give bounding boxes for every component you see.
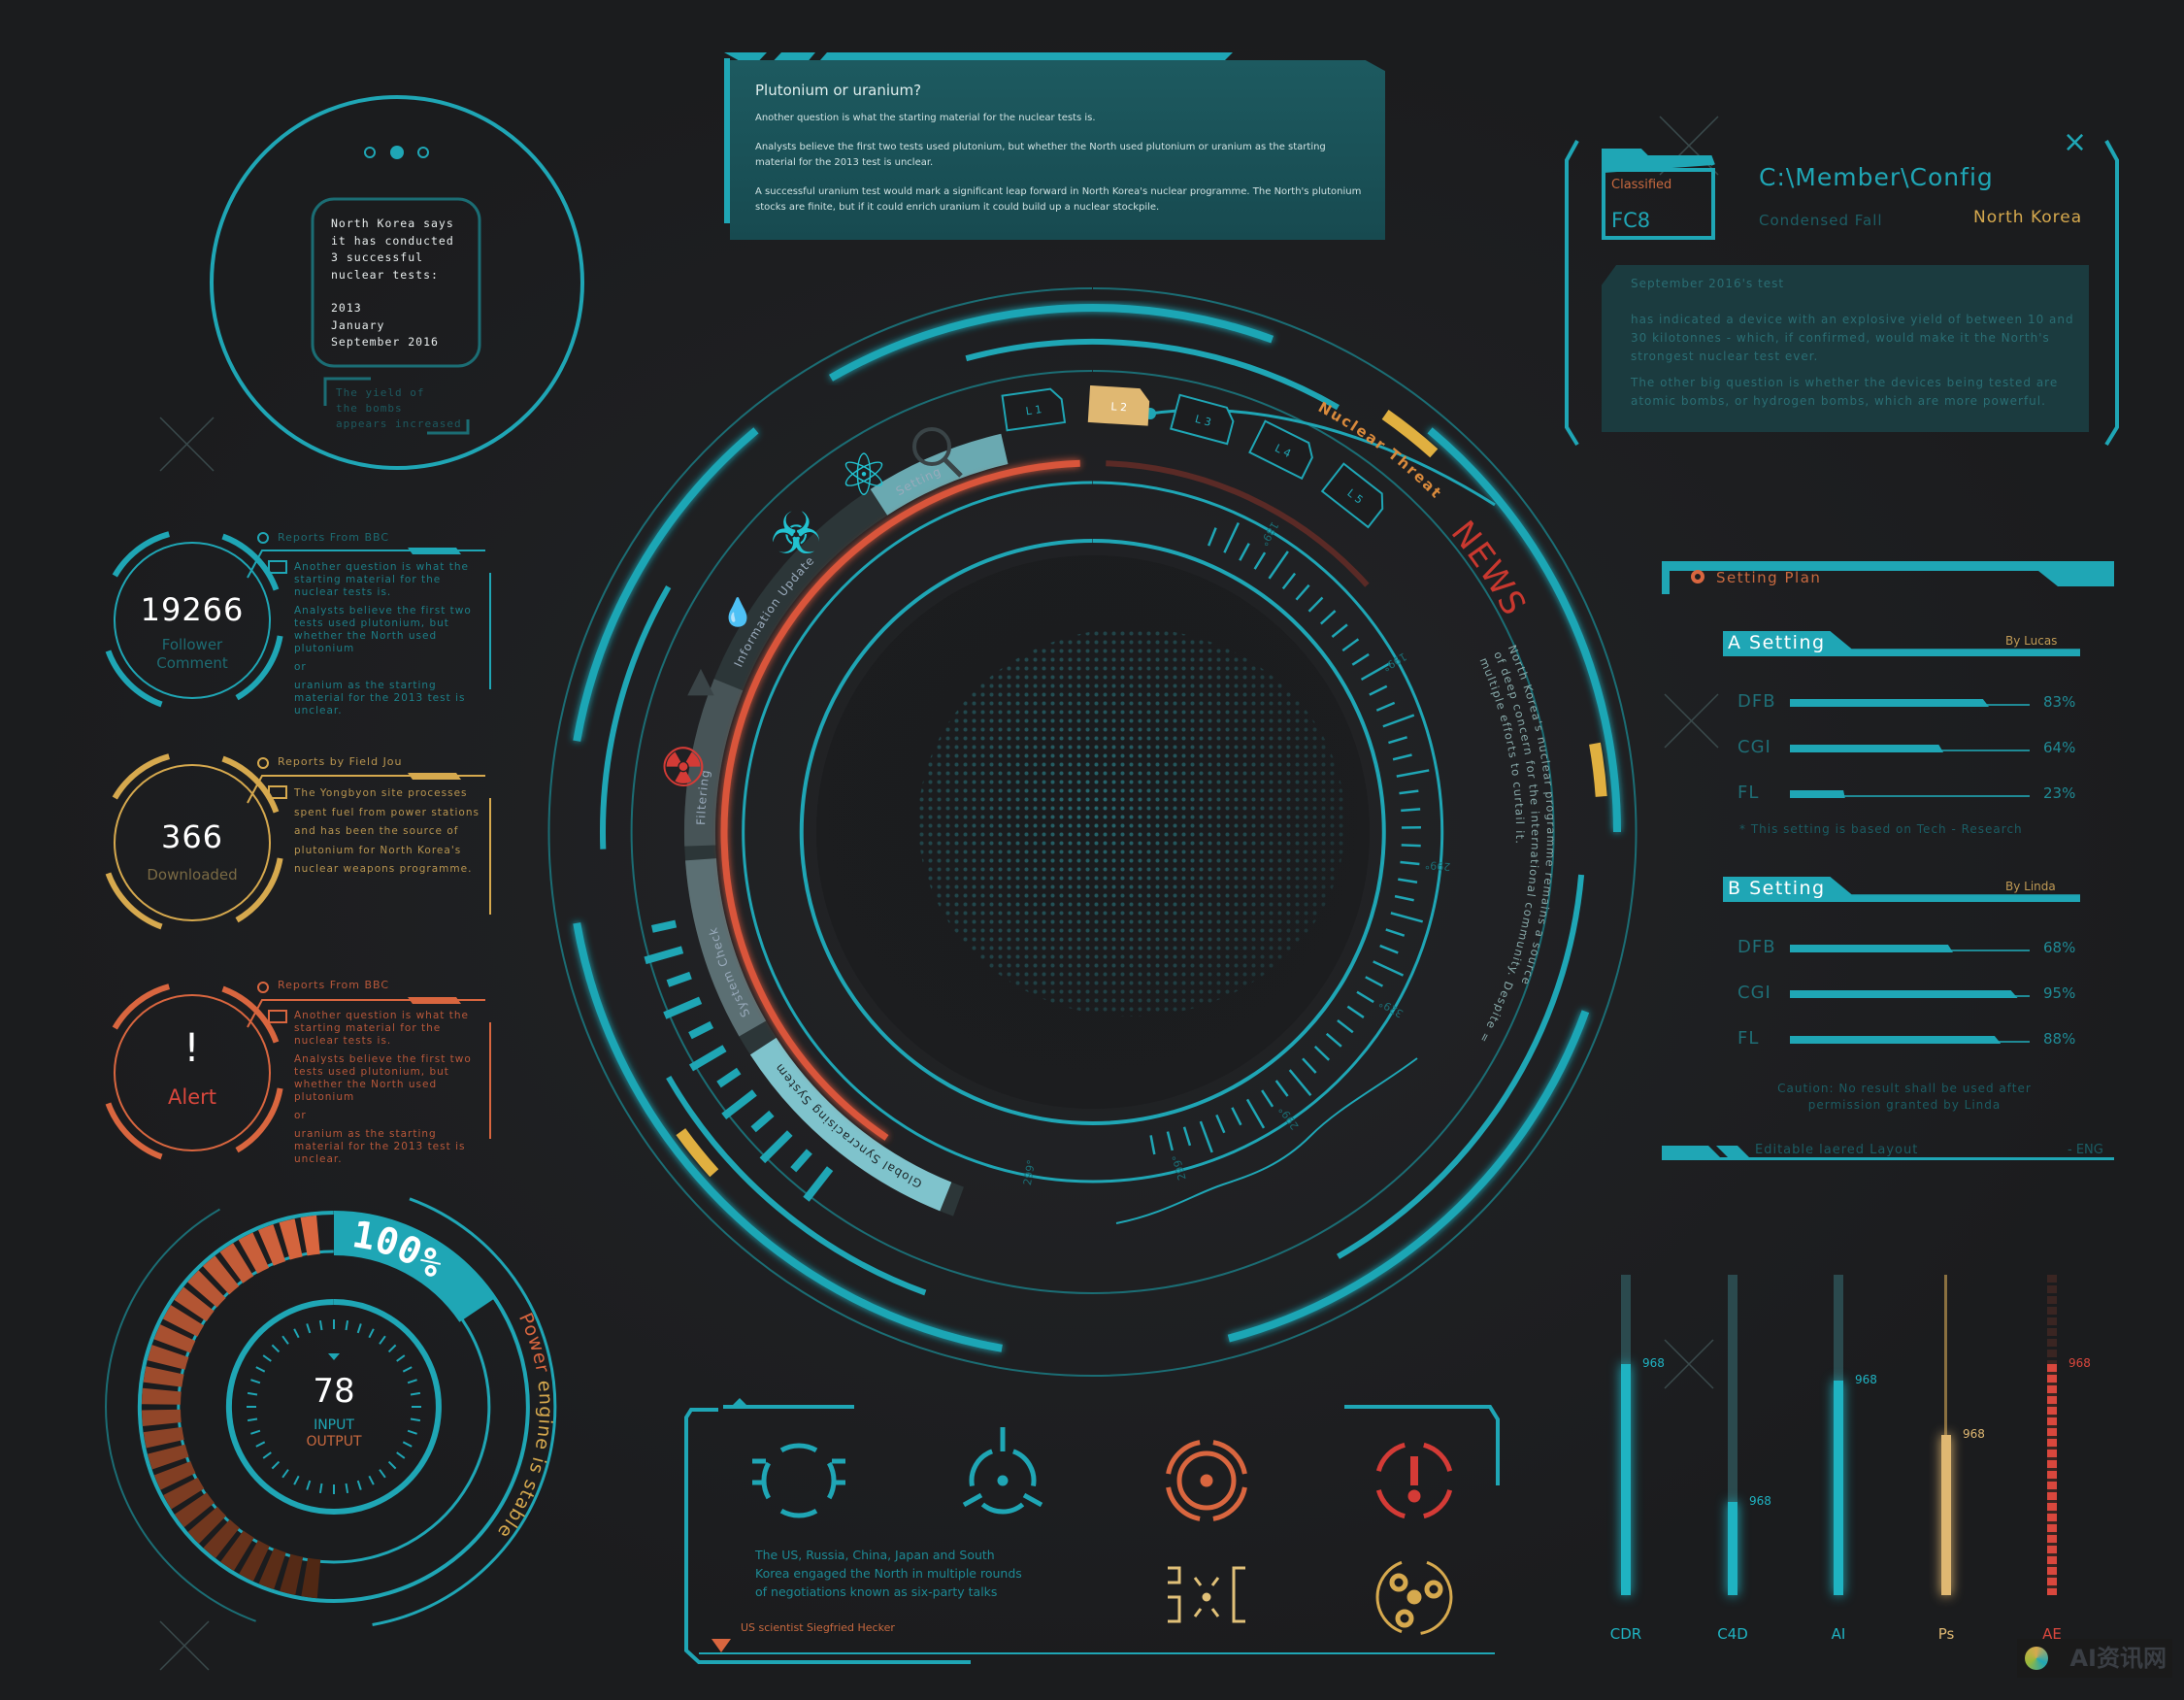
tick-label: 329° [1376, 996, 1405, 1020]
meter-fill [1941, 1435, 1951, 1595]
setting-group-author: By Lucas [2005, 634, 2058, 648]
news-label: NEWS [1443, 514, 1534, 622]
setting-plan-lang[interactable]: - ENG [2068, 1143, 2103, 1157]
setting-progress-bar [1790, 1036, 2030, 1044]
setting-row-percent: 83% [2043, 693, 2076, 711]
layer-tab[interactable]: L 2 [1087, 384, 1150, 426]
band-label[interactable]: System Check [706, 925, 752, 1019]
tick-label: 189° [1257, 519, 1281, 548]
setting-progress-bar [1790, 699, 2030, 707]
meter-fill [1834, 1381, 1843, 1595]
setting-row-percent: 95% [2043, 984, 2076, 1002]
layer-tab-label: L 1 [1025, 403, 1042, 417]
meter-bar[interactable] [1621, 1275, 1631, 1595]
setting-progress-fill [1790, 745, 1944, 752]
setting-progress-fill [1790, 1036, 2002, 1044]
layer-tab[interactable]: L 5 [1320, 462, 1389, 529]
setting-group-note: Caution: No result shall be used after p… [1777, 1082, 2032, 1112]
target-icon [1691, 570, 1704, 583]
meter-value: 968 [1642, 1356, 1665, 1370]
setting-plan-footer: Editable laered Layout [1755, 1143, 1919, 1157]
meter-value: 968 [1963, 1427, 1985, 1441]
band-label[interactable]: Filtering [694, 768, 712, 825]
gauge-percent: 100% [349, 1213, 451, 1286]
meter-bar[interactable] [1941, 1275, 1951, 1595]
icons-panel-line: The US, Russia, China, Japan and South [755, 1548, 995, 1562]
setting-progress-fill [1790, 699, 1989, 707]
setting-row-label: CGI [1737, 737, 1771, 757]
setting-row-label: DFB [1737, 937, 1776, 957]
setting-progress-fill [1790, 990, 2018, 998]
watermark-flower-icon [2025, 1647, 2048, 1670]
setting-row-label: CGI [1737, 983, 1771, 1003]
icons-panel-credit: US scientist Siegfried Hecker [741, 1621, 895, 1634]
setting-progress-bar [1790, 745, 2030, 752]
meter-label: C4D [1717, 1625, 1748, 1643]
setting-row-percent: 23% [2043, 784, 2076, 802]
layer-tab[interactable]: L 3 [1170, 393, 1236, 446]
tick-label: 299° [1170, 1153, 1188, 1182]
setting-plan-title: Setting Plan [1716, 569, 1822, 586]
news-ring-text: multiple efforts to curtail it. [1477, 655, 1527, 845]
setting-row-label: FL [1737, 1028, 1760, 1049]
setting-progress-bar [1790, 990, 2030, 998]
meter-bar[interactable] [1834, 1275, 1843, 1595]
layer-tab[interactable]: L 1 [1001, 387, 1067, 432]
meter-fill [1621, 1364, 1631, 1595]
globe-labels: Global Syncracising System System Check … [306, 384, 1557, 1543]
meter-bar[interactable] [2047, 1275, 2057, 1595]
meter-value: 968 [1855, 1373, 1877, 1386]
setting-row-percent: 64% [2043, 739, 2076, 756]
setting-row-label: DFB [1737, 691, 1776, 712]
icons-panel-line: of negotiations known as six-party talks [755, 1584, 998, 1599]
icons-panel-text: The US, Russia, China, Japan and South K… [755, 1546, 1022, 1601]
meter-bar[interactable] [1728, 1275, 1737, 1595]
setting-group-name: A Setting [1728, 632, 1826, 653]
setting-progress-bar [1790, 945, 2030, 952]
hud-dashboard: ☣ ⚛ ☢ ▲ 💧 North Korea says it has conducted … [0, 0, 2184, 1700]
setting-row-percent: 68% [2043, 939, 2076, 956]
meter-fill [2047, 1364, 2057, 1595]
setting-group-author: By Linda [2005, 880, 2056, 893]
gauge-value: 78 [313, 1372, 354, 1411]
setting-progress-fill [1790, 790, 1845, 798]
gauge-output-label: OUTPUT [306, 1434, 362, 1450]
setting-group-name: B Setting [1728, 878, 1826, 899]
setting-row-percent: 88% [2043, 1030, 2076, 1048]
meter-label: Ps [1937, 1625, 1955, 1643]
gauge-input-label: INPUT [314, 1417, 354, 1433]
gauge-status: Power engine is stable [493, 1310, 556, 1543]
tick-label: 299° [1021, 1159, 1038, 1186]
tick-label: 299° [1424, 858, 1451, 873]
tick-label: 199° [1380, 650, 1408, 674]
icons-panel-line: Korea engaged the North in multiple roun… [755, 1566, 1022, 1581]
meter-value: 968 [1749, 1494, 1771, 1508]
setting-progress-bar [1790, 790, 2030, 798]
band-label[interactable]: Setting [894, 464, 943, 498]
meter-fill [1728, 1502, 1737, 1595]
meter-label: AI [1831, 1625, 1846, 1643]
watermark-text: AI资讯网 [2069, 1645, 2167, 1672]
band-label[interactable]: Information Update [732, 553, 817, 669]
meter-label: CDR [1609, 1625, 1642, 1643]
layer-tab[interactable]: L 4 [1248, 419, 1317, 481]
watermark-logo: AI资讯网 [2017, 1639, 2172, 1678]
meter-value: 968 [2068, 1356, 2091, 1370]
setting-group-note: * This setting is based on Tech - Resear… [1739, 822, 2023, 836]
band-label[interactable]: Global Syncracising System [772, 1060, 924, 1190]
layer-tab-label: L 2 [1110, 400, 1127, 414]
tick-label: 299° [1276, 1104, 1302, 1132]
setting-progress-fill [1790, 945, 1953, 952]
setting-row-label: FL [1737, 783, 1760, 803]
